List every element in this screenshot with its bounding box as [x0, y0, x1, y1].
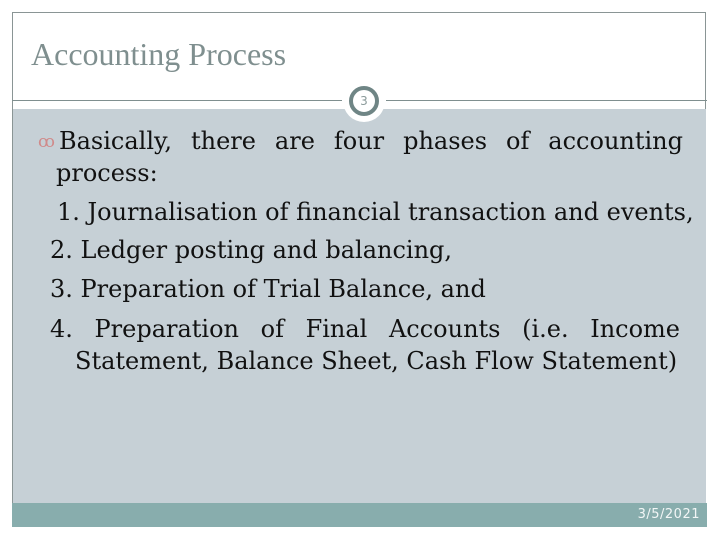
- list-item: 4. Preparation of Final Accounts (i.e. I…: [50, 315, 680, 343]
- bullet-icon: ꝏ: [38, 132, 55, 152]
- intro-line-2: process:: [56, 159, 158, 187]
- title-divider-right: [386, 100, 707, 101]
- list-item: 3. Preparation of Trial Balance, and: [50, 275, 486, 303]
- slide-date: 3/5/2021: [637, 507, 700, 522]
- title-divider-left: [12, 100, 342, 101]
- slide-title: Accounting Process: [31, 36, 287, 72]
- intro-text: ꝏ Basically, there are four phases of acc…: [38, 125, 683, 158]
- list-item: 2. Ledger posting and balancing,: [50, 236, 453, 264]
- page-number-badge: 3: [343, 80, 385, 122]
- intro-line-1: Basically, there are four phases of acco…: [58, 127, 683, 155]
- list-item: 1. Journalisation of financial transacti…: [57, 198, 694, 226]
- list-item-continuation: Statement, Balance Sheet, Cash Flow Stat…: [75, 347, 678, 375]
- page-number: 3: [349, 86, 379, 116]
- footer-bar: [12, 503, 707, 527]
